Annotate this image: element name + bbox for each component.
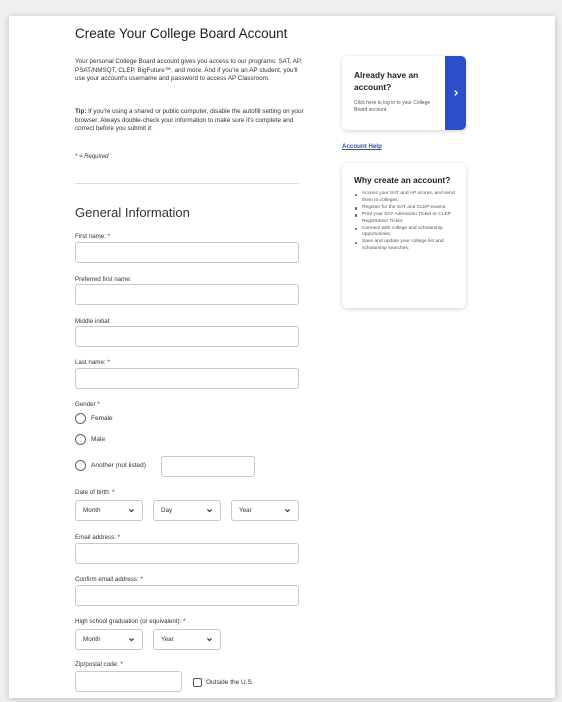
chevron-down-icon	[285, 509, 290, 513]
dob-label: Date of birth: *	[75, 489, 115, 496]
gender-female-radio[interactable]	[75, 413, 86, 424]
dob-year-select[interactable]: Year	[231, 500, 299, 521]
grad-year-value: Year	[161, 636, 174, 643]
required-note: * = Required	[75, 154, 109, 160]
registration-card: Create Your College Board Account Your p…	[9, 16, 555, 698]
why-title: Why create an account?	[354, 175, 451, 185]
grad-label: High school graduation (or equivalent): …	[75, 618, 186, 625]
why-item: Save and update your college list and sc…	[354, 239, 462, 253]
chevron-down-icon	[207, 638, 212, 642]
section-title: General Information	[75, 205, 190, 220]
gender-male-radio[interactable]	[75, 434, 86, 445]
email-label: Email address: *	[75, 534, 121, 541]
last-name-label: Last name: *	[75, 359, 110, 366]
why-list: Access your SAT and AP scores, and send …	[354, 191, 462, 253]
grad-month-value: Month	[83, 636, 101, 643]
email-input[interactable]	[75, 543, 299, 564]
first-name-input[interactable]	[75, 242, 299, 263]
grad-month-select[interactable]: Month	[75, 629, 143, 650]
login-arrow-button[interactable]	[445, 56, 466, 130]
gender-male-label: Male	[91, 436, 106, 443]
tip-body: If you're using a shared or public compu…	[75, 108, 304, 133]
grad-year-select[interactable]: Year	[153, 629, 221, 650]
confirm-email-label: Confirm email address: *	[75, 576, 143, 583]
dob-month-select[interactable]: Month	[75, 500, 143, 521]
chevron-right-icon	[453, 90, 458, 96]
outside-us-label: Outside the U.S.	[206, 679, 254, 686]
why-item: Access your SAT and AP scores, and send …	[354, 191, 462, 205]
zip-input[interactable]	[75, 671, 182, 692]
gender-another-label: Another (not listed)	[91, 462, 146, 469]
outside-us-checkbox[interactable]	[193, 678, 202, 687]
dob-month-value: Month	[83, 507, 101, 514]
tip-text: Tip: If you're using a shared or public …	[75, 108, 307, 134]
login-text: Click here to log in to your College Boa…	[354, 100, 431, 114]
why-item: Register for the SAT and CLEP exams.	[354, 205, 462, 212]
page-title: Create Your College Board Account	[75, 26, 288, 41]
dob-year-value: Year	[239, 507, 252, 514]
intro-text: Your personal College Board account give…	[75, 58, 303, 83]
chevron-down-icon	[129, 509, 134, 513]
dob-day-value: Day	[161, 507, 173, 514]
preferred-name-label: Preferred first name:	[75, 276, 132, 283]
middle-initial-input[interactable]	[75, 326, 299, 347]
dob-day-select[interactable]: Day	[153, 500, 221, 521]
zip-label: Zip/postal code: *	[75, 661, 123, 668]
why-card: Why create an account? Access your SAT a…	[342, 163, 466, 308]
why-item: Connect with college and scholarship opp…	[354, 226, 462, 240]
chevron-down-icon	[207, 509, 212, 513]
login-card[interactable]: Already have an account? Click here to l…	[342, 56, 466, 130]
middle-initial-label: Middle initial:	[75, 318, 111, 325]
preferred-name-input[interactable]	[75, 284, 299, 305]
gender-label: Gender *	[75, 401, 100, 408]
tip-label: Tip:	[75, 108, 87, 115]
confirm-email-input[interactable]	[75, 585, 299, 606]
login-title: Already have an account?	[354, 70, 419, 92]
gender-another-input[interactable]	[161, 456, 255, 477]
why-item: Print your SAT Admission Ticket or CLEP …	[354, 212, 462, 226]
divider	[75, 183, 299, 184]
first-name-label: First name: *	[75, 233, 111, 240]
chevron-down-icon	[129, 638, 134, 642]
gender-female-label: Female	[91, 415, 113, 422]
account-help-link[interactable]: Account Help	[342, 143, 382, 150]
gender-another-radio[interactable]	[75, 460, 86, 471]
last-name-input[interactable]	[75, 368, 299, 389]
